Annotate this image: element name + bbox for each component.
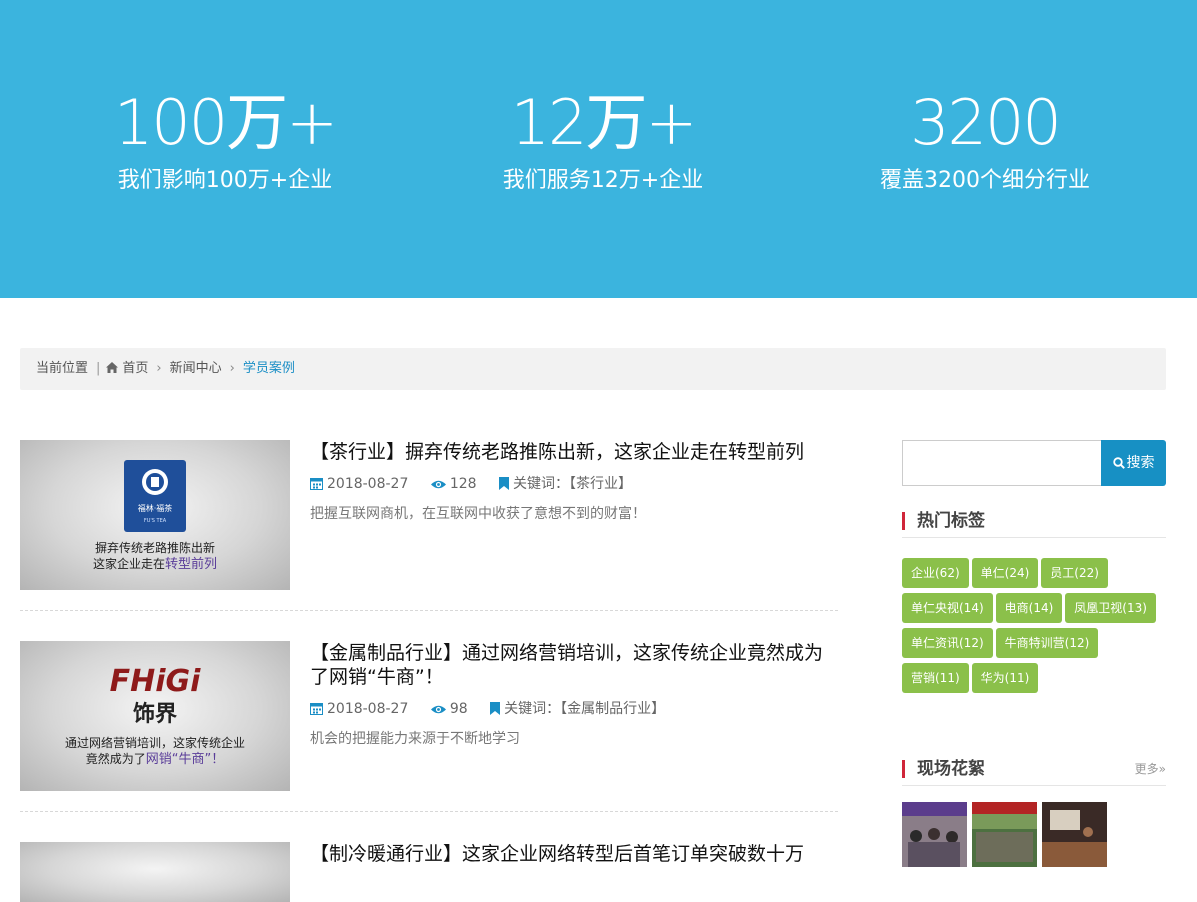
photos-title: 现场花絮 bbox=[917, 759, 985, 779]
search-box: 搜索 bbox=[902, 440, 1166, 486]
keywords-label: 关键词： bbox=[504, 701, 561, 717]
stat-description: 我们影响100万+企业 bbox=[117, 168, 333, 193]
sidebar: 搜索 热门标签 企业(62) 单仁(24) 员工(22) 单仁央视(14) 电商(14)… bbox=[902, 440, 1166, 872]
tag-link[interactable]: 营销(11) bbox=[902, 663, 969, 693]
stat-number: 100万+ bbox=[113, 86, 338, 159]
more-link[interactable]: 更多» bbox=[1135, 758, 1166, 780]
eye-icon bbox=[430, 480, 446, 489]
article-item: FHiGi 饰界 通过网络营销培训，这家传统企业 竟然成为了网销“牛商”！ 【金… bbox=[20, 641, 838, 812]
stat-number: 3200 bbox=[910, 86, 1062, 159]
article-date: 2018-08-27 bbox=[327, 476, 409, 492]
article-title-link[interactable]: 【制冷暖通行业】这家企业网络转型后首笔订单突破数十万 bbox=[310, 843, 804, 865]
thumbnail-caption: 通过网络营销培训，这家传统企业 竟然成为了网销“牛商”！ bbox=[64, 736, 245, 767]
search-button[interactable]: 搜索 bbox=[1101, 440, 1166, 486]
gallery-photo[interactable] bbox=[972, 802, 1037, 867]
breadcrumb: 当前位置 | 首页 › 新闻中心 › 学员案例 bbox=[20, 348, 1166, 390]
svg-text:饰界: 饰界 bbox=[133, 701, 177, 725]
article-thumbnail[interactable]: FHiGi 饰界 通过网络营销培训，这家传统企业 竟然成为了网销“牛商”！ bbox=[20, 641, 290, 791]
search-input[interactable] bbox=[902, 440, 1102, 486]
article-views: 128 bbox=[449, 476, 477, 492]
section-marker bbox=[902, 760, 905, 778]
tag-link[interactable]: 单仁资讯(12) bbox=[902, 628, 993, 658]
article-keyword-link[interactable]: 【金属制品行业】 bbox=[560, 701, 665, 717]
chevron-right-icon: › bbox=[156, 361, 162, 376]
keywords-label: 关键词： bbox=[513, 476, 570, 492]
hot-tags-header: 热门标签 bbox=[902, 508, 1166, 538]
eye-icon bbox=[430, 705, 446, 714]
tea-brand-logo: 福林·福茶 FU'S TEA bbox=[124, 460, 186, 532]
article-title-link[interactable]: 【金属制品行业】通过网络营销培训，这家传统企业竟然成为了网销“牛商”！ bbox=[310, 641, 838, 689]
breadcrumb-divider: | bbox=[96, 361, 101, 376]
stat-description: 我们服务12万+企业 bbox=[502, 168, 704, 193]
tag-link[interactable]: 华为(11) bbox=[971, 663, 1039, 693]
search-icon bbox=[1112, 457, 1125, 469]
tag-link[interactable]: 企业(62) bbox=[902, 558, 969, 588]
tag-cloud: 企业(62) 单仁(24) 员工(22) 单仁央视(14) 电商(14) 凤凰卫视(13)… bbox=[902, 558, 1166, 698]
gallery-photo[interactable] bbox=[902, 802, 967, 867]
tag-link[interactable]: 员工(22) bbox=[1041, 558, 1108, 588]
search-button-label: 搜索 bbox=[1126, 455, 1155, 471]
tag-link[interactable]: 单仁(24) bbox=[971, 558, 1039, 588]
stat-number: 12万+ bbox=[510, 86, 698, 159]
article-item: 【制冷暖通行业】这家企业网络转型后首笔订单突破数十万 bbox=[20, 842, 838, 902]
breadcrumb-news-link[interactable]: 新闻中心 bbox=[170, 361, 222, 376]
breadcrumb-home-link[interactable]: 首页 bbox=[122, 361, 148, 376]
stat-description: 覆盖3200个细分行业 bbox=[880, 168, 1090, 193]
bookmark-icon bbox=[499, 477, 510, 490]
article-summary: 机会的把握能力来源于不断地学习 bbox=[310, 731, 520, 747]
stat-item: 100万+ 我们影响100万+企业 bbox=[35, 86, 415, 196]
fhigi-brand-logo: FHiGi 饰界 bbox=[110, 664, 202, 725]
stat-item: 3200 覆盖3200个细分行业 bbox=[795, 86, 1175, 196]
svg-text:FHiGi: FHiGi bbox=[110, 664, 202, 699]
article-keyword-link[interactable]: 【茶行业】 bbox=[569, 476, 632, 492]
article-summary: 把握互联网商机，在互联网中收获了意想不到的财富！ bbox=[310, 506, 646, 522]
article-body: 【制冷暖通行业】这家企业网络转型后首笔订单突破数十万 bbox=[310, 842, 838, 866]
article-title-link[interactable]: 【茶行业】摒弃传统老路推陈出新，这家企业走在转型前列 bbox=[310, 441, 804, 463]
article-meta: 2018-08-27 98 关键词：【金属制品行业】 bbox=[310, 699, 838, 719]
article-list: 福林·福茶 FU'S TEA 摒弃传统老路推陈出新 这家企业走在转型前列 【茶行… bbox=[20, 440, 838, 902]
article-views: 98 bbox=[449, 701, 468, 717]
section-marker bbox=[902, 512, 905, 530]
article-meta: 2018-08-27 128 关键词：【茶行业】 bbox=[310, 474, 838, 494]
svg-text:FU'S TEA: FU'S TEA bbox=[144, 518, 167, 524]
tag-link[interactable]: 单仁央视(14) bbox=[902, 593, 993, 623]
thumbnail-caption: 摒弃传统老路推陈出新 这家企业走在转型前列 bbox=[92, 541, 218, 572]
svg-text:福林·福茶: 福林·福茶 bbox=[138, 503, 173, 513]
gallery-photo[interactable] bbox=[1042, 802, 1107, 867]
breadcrumb-current[interactable]: 学员案例 bbox=[243, 361, 295, 376]
breadcrumb-prefix: 当前位置 bbox=[36, 361, 89, 376]
article-item: 福林·福茶 FU'S TEA 摒弃传统老路推陈出新 这家企业走在转型前列 【茶行… bbox=[20, 440, 838, 611]
tag-link[interactable]: 牛商特训营(12) bbox=[995, 628, 1099, 658]
calendar-icon bbox=[310, 478, 323, 490]
photo-gallery bbox=[902, 802, 1166, 872]
calendar-icon bbox=[310, 703, 323, 715]
tag-link[interactable]: 凤凰卫视(13) bbox=[1065, 593, 1156, 623]
bookmark-icon bbox=[490, 702, 501, 715]
article-date: 2018-08-27 bbox=[327, 701, 409, 717]
article-body: 【金属制品行业】通过网络营销培训，这家传统企业竟然成为了网销“牛商”！ 2018… bbox=[310, 641, 838, 749]
photos-header: 现场花絮 更多» bbox=[902, 756, 1166, 786]
stat-item: 12万+ 我们服务12万+企业 bbox=[413, 86, 793, 196]
chevron-right-icon: › bbox=[229, 361, 235, 376]
article-thumbnail[interactable]: 福林·福茶 FU'S TEA 摒弃传统老路推陈出新 这家企业走在转型前列 bbox=[20, 440, 290, 590]
home-icon bbox=[106, 362, 119, 373]
stats-banner: 100万+ 我们影响100万+企业 12万+ 我们服务12万+企业 3200 覆… bbox=[0, 0, 1197, 298]
hot-tags-title: 热门标签 bbox=[917, 511, 985, 531]
article-body: 【茶行业】摒弃传统老路推陈出新，这家企业走在转型前列 2018-08-27 12… bbox=[310, 440, 838, 524]
article-thumbnail[interactable] bbox=[20, 842, 290, 902]
tag-link[interactable]: 电商(14) bbox=[995, 593, 1063, 623]
